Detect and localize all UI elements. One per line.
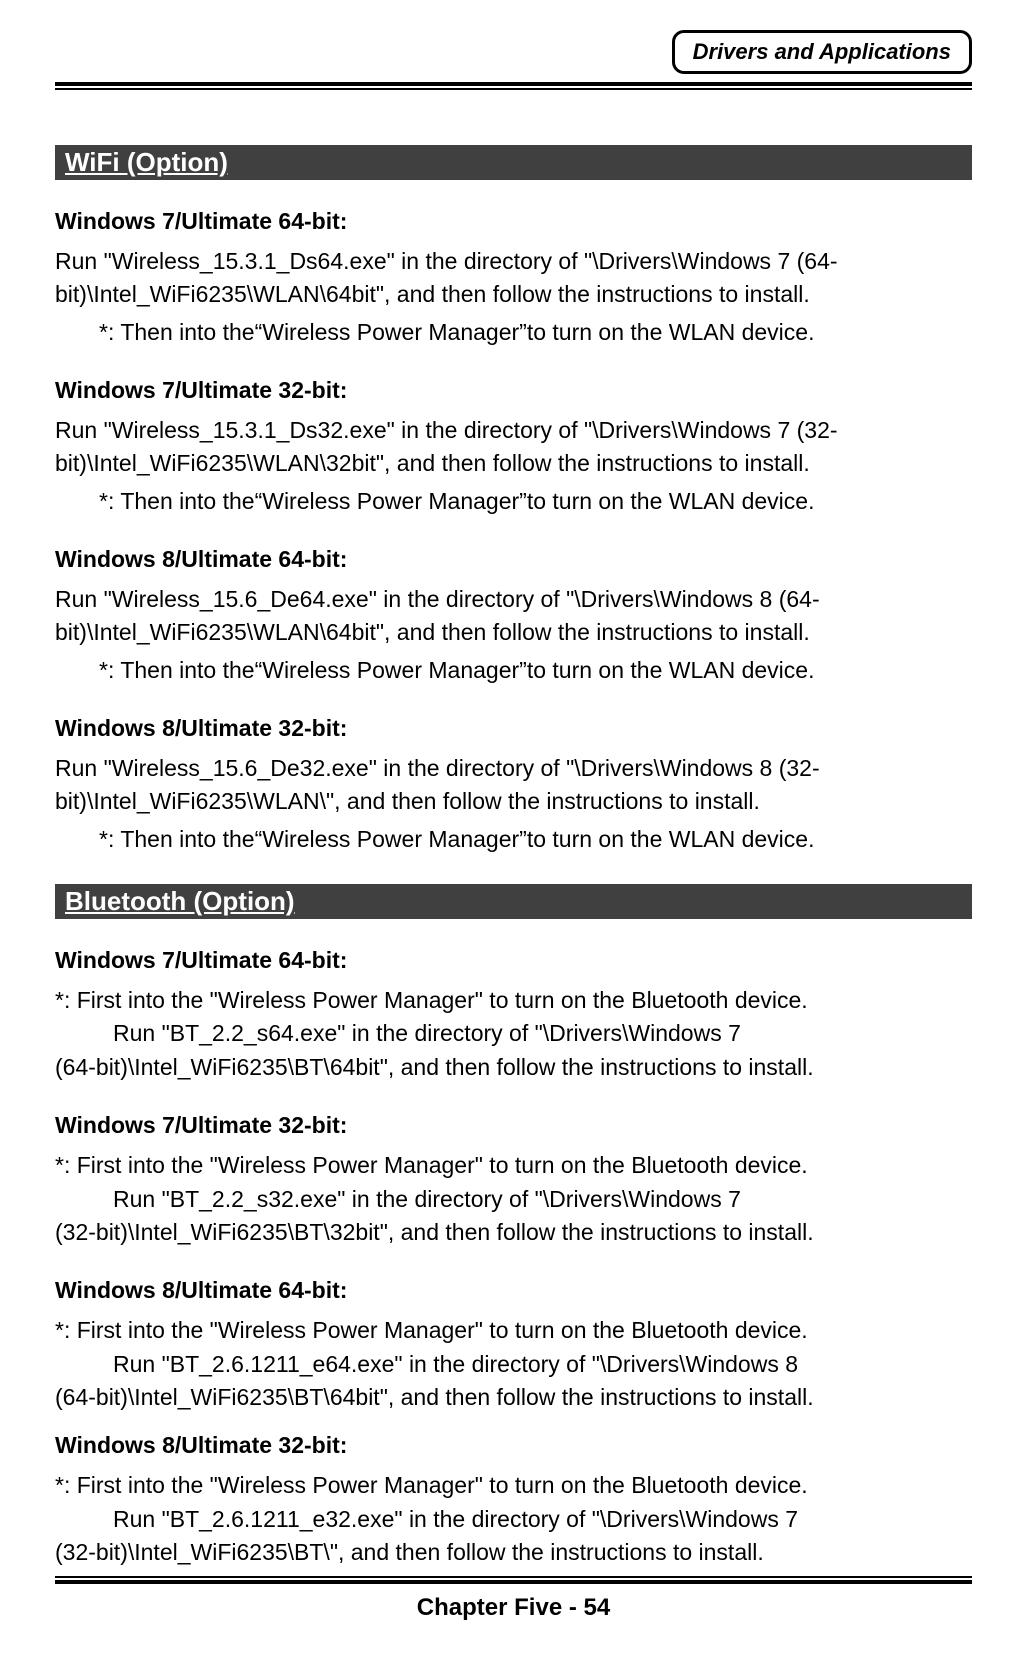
body-text: Run "Wireless_15.6_De64.exe" in the dire…	[55, 583, 972, 650]
subsection-title: Windows 7/Ultimate 32-bit:	[55, 1112, 972, 1139]
body-text: Run "Wireless_15.3.1_Ds32.exe" in the di…	[55, 414, 972, 481]
bt-win7-64: Windows 7/Ultimate 64-bit: *: First into…	[55, 947, 972, 1084]
wifi-win8-64: Windows 8/Ultimate 64-bit: Run "Wireless…	[55, 546, 972, 687]
bluetooth-section-header: Bluetooth (Option)	[55, 884, 972, 919]
footer-divider	[55, 1576, 972, 1584]
first-note: *: First into the "Wireless Power Manage…	[55, 1314, 972, 1347]
page-footer: Chapter Five - 54	[0, 1561, 1027, 1642]
run-line: Run "BT_2.6.1211_e64.exe" in the directo…	[55, 1348, 972, 1381]
first-note: *: First into the "Wireless Power Manage…	[55, 984, 972, 1017]
body-text: Run "Wireless_15.3.1_Ds64.exe" in the di…	[55, 245, 972, 312]
wifi-win8-32: Windows 8/Ultimate 32-bit: Run "Wireless…	[55, 715, 972, 856]
wifi-win7-64: Windows 7/Ultimate 64-bit: Run "Wireless…	[55, 208, 972, 349]
cont-line: (64-bit)\Intel_WiFi6235\BT\64bit", and t…	[55, 1051, 972, 1084]
note-text: *: Then into the“Wireless Power Manager”…	[55, 316, 972, 349]
subsection-title: Windows 8/Ultimate 32-bit:	[55, 1432, 972, 1459]
subsection-title: Windows 7/Ultimate 64-bit:	[55, 947, 972, 974]
note-text: *: Then into the“Wireless Power Manager”…	[55, 485, 972, 518]
subsection-title: Windows 7/Ultimate 64-bit:	[55, 208, 972, 235]
cont-line: (64-bit)\Intel_WiFi6235\BT\64bit", and t…	[55, 1381, 972, 1414]
note-text: *: Then into the“Wireless Power Manager”…	[55, 823, 972, 856]
note-text: *: Then into the“Wireless Power Manager”…	[55, 654, 972, 687]
body-text: Run "Wireless_15.6_De32.exe" in the dire…	[55, 752, 972, 819]
wifi-section-header: WiFi (Option)	[55, 145, 972, 180]
header-divider	[55, 82, 972, 90]
run-line: Run "BT_2.2_s64.exe" in the directory of…	[55, 1017, 972, 1050]
bt-win7-32: Windows 7/Ultimate 32-bit: *: First into…	[55, 1112, 972, 1249]
header-badge: Drivers and Applications	[672, 30, 972, 74]
wifi-win7-32: Windows 7/Ultimate 32-bit: Run "Wireless…	[55, 377, 972, 518]
bt-win8-32: Windows 8/Ultimate 32-bit: *: First into…	[55, 1432, 972, 1569]
bt-win8-64: Windows 8/Ultimate 64-bit: *: First into…	[55, 1277, 972, 1414]
first-note: *: First into the "Wireless Power Manage…	[55, 1469, 972, 1502]
run-line: Run "BT_2.6.1211_e32.exe" in the directo…	[55, 1503, 972, 1536]
footer-text: Chapter Five - 54	[0, 1594, 1027, 1642]
subsection-title: Windows 8/Ultimate 64-bit:	[55, 546, 972, 573]
cont-line: (32-bit)\Intel_WiFi6235\BT\32bit", and t…	[55, 1216, 972, 1249]
subsection-title: Windows 8/Ultimate 32-bit:	[55, 715, 972, 742]
first-note: *: First into the "Wireless Power Manage…	[55, 1149, 972, 1182]
subsection-title: Windows 7/Ultimate 32-bit:	[55, 377, 972, 404]
subsection-title: Windows 8/Ultimate 64-bit:	[55, 1277, 972, 1304]
run-line: Run "BT_2.2_s32.exe" in the directory of…	[55, 1183, 972, 1216]
